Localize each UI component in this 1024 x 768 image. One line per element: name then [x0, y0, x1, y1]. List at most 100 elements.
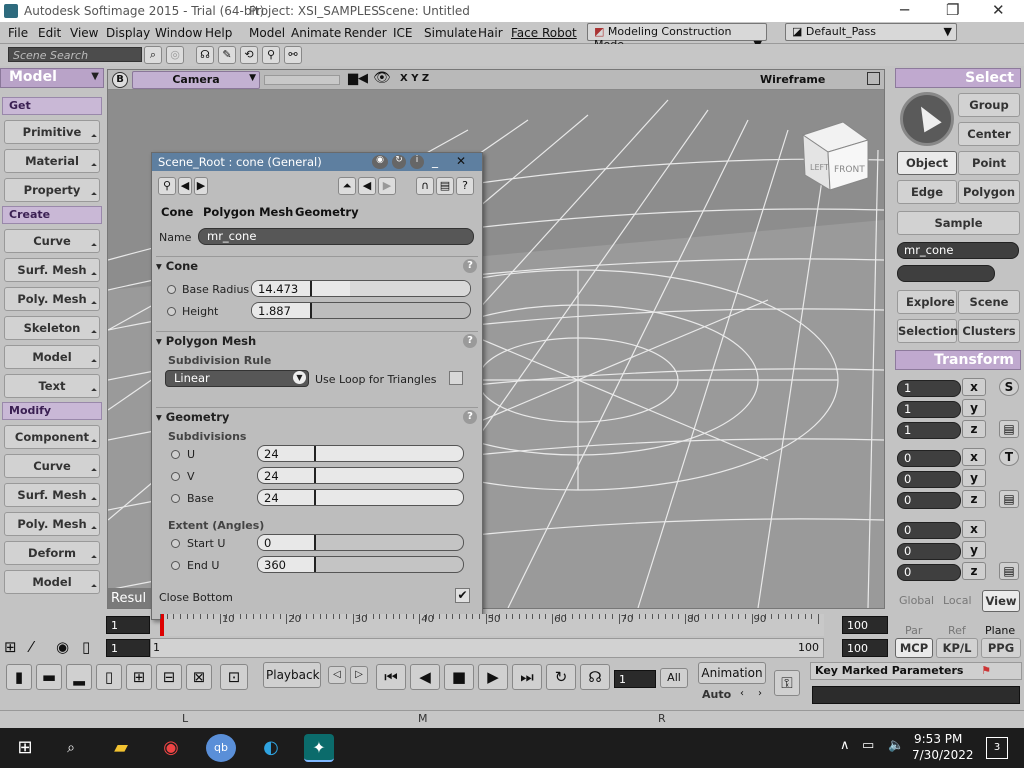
scene-search-input[interactable]: Scene Search	[8, 47, 142, 62]
layout-2-icon[interactable]: ▬	[36, 664, 62, 690]
create-skeleton-button[interactable]: Skeleton	[4, 316, 100, 340]
eye-icon[interactable]: 👁	[373, 70, 391, 86]
end-u-slider[interactable]: 360	[257, 556, 464, 573]
get-primitive-button[interactable]: Primitive	[4, 120, 100, 144]
pick-icon[interactable]: ⚲	[158, 177, 176, 195]
translate-button[interactable]: T	[999, 448, 1019, 466]
start-u-anim-icon[interactable]	[171, 539, 180, 548]
lock-icon[interactable]: ◉	[372, 155, 388, 169]
menu-ice[interactable]: ICE	[393, 26, 413, 40]
scale-x-field[interactable]: 1	[897, 380, 961, 397]
play-icon[interactable]: ▶	[478, 664, 508, 690]
next-icon[interactable]: ▶	[194, 177, 208, 195]
timeline-end-field[interactable]: 100	[842, 616, 888, 634]
section-modify[interactable]: Modify	[2, 402, 102, 420]
modify-model-button[interactable]: Model	[4, 570, 100, 594]
modify-component-button[interactable]: Component	[4, 425, 100, 449]
key-icon[interactable]: ⚿	[774, 670, 800, 696]
softimage-taskbar-icon[interactable]: ✦	[304, 734, 334, 762]
edge-icon[interactable]: ◐	[256, 734, 286, 762]
search-icon[interactable]: ⌕	[144, 46, 162, 64]
snap-icon[interactable]: ⊞	[4, 638, 17, 656]
name-field[interactable]: mr_cone	[198, 228, 474, 245]
key-marked-parameters-button[interactable]: Key Marked Parameters ⚑	[810, 662, 1022, 680]
base-anim-icon[interactable]	[171, 494, 180, 503]
menu-simulate[interactable]: Simulate	[424, 26, 477, 40]
menu-help[interactable]: Help	[205, 26, 232, 40]
menu-model[interactable]: Model	[249, 26, 285, 40]
layout-grid-icon[interactable]: ⊞	[126, 664, 152, 690]
translate-y-button[interactable]: y	[962, 541, 986, 559]
maximize-icon[interactable]: ❐	[946, 1, 959, 19]
back-icon[interactable]: ◀	[358, 177, 376, 195]
next-key-icon[interactable]: ▷	[350, 666, 368, 684]
magnet-icon[interactable]: ∩	[416, 177, 434, 195]
modify-surf-mesh-button[interactable]: Surf. Mesh	[4, 483, 100, 507]
transform-panel-header[interactable]: Transform	[895, 350, 1021, 370]
layout-1-icon[interactable]: ▮	[6, 664, 32, 690]
auto-next-icon[interactable]: ›	[758, 688, 762, 699]
layout-8-icon[interactable]: ⊡	[220, 664, 248, 690]
menu-file[interactable]: File	[8, 26, 28, 40]
menu-window[interactable]: Window	[155, 26, 202, 40]
clear-search-icon[interactable]: ◎	[166, 46, 184, 64]
mode-dropdown[interactable]: ◩ Modeling Construction Mode▼	[587, 23, 767, 51]
timeline-start-field[interactable]: 1	[106, 616, 150, 634]
close-bottom-checkbox[interactable]: ✔	[455, 588, 470, 603]
timeline-range-bar[interactable]: 1 100	[150, 638, 824, 658]
current-frame-field[interactable]: 1	[614, 670, 656, 688]
layout-6-icon[interactable]: ⊟	[156, 664, 182, 690]
view-toggle[interactable]: View	[982, 590, 1020, 612]
tab-polygon-mesh[interactable]: Polygon Mesh	[203, 205, 293, 219]
scale-button[interactable]: S	[999, 378, 1019, 396]
help-icon[interactable]: ?	[456, 177, 474, 195]
dialog-minimize-icon[interactable]: _	[432, 154, 438, 168]
rotate-z-field[interactable]: 0	[897, 492, 961, 509]
camera-dropdown[interactable]: Camera ▼	[132, 71, 260, 89]
network-icon[interactable]: ▭	[862, 738, 874, 753]
v-anim-icon[interactable]	[171, 472, 180, 481]
translate-y-field[interactable]: 0	[897, 543, 961, 560]
modify-poly-mesh-button[interactable]: Poly. Mesh	[4, 512, 100, 536]
go-to-start-icon[interactable]: ⏮	[376, 664, 406, 690]
tool1-icon[interactable]: ☊	[196, 46, 214, 64]
modify-deform-button[interactable]: Deform	[4, 541, 100, 565]
use-loop-checkbox[interactable]	[449, 371, 463, 385]
wand-icon[interactable]: ⁄	[30, 638, 33, 656]
plane-toggle[interactable]: Plane	[985, 624, 1015, 637]
windows-start-icon[interactable]: ⊞	[10, 734, 40, 762]
par-toggle[interactable]: Par	[905, 624, 922, 637]
tool5-icon[interactable]: ⚯	[284, 46, 302, 64]
scale-options-icon[interactable]: ▤	[999, 420, 1019, 438]
chevron-up-icon[interactable]: ∧	[840, 738, 850, 753]
clusters-button[interactable]: Clusters	[958, 319, 1020, 343]
viewport-b-icon[interactable]: B	[112, 72, 128, 88]
height-slider[interactable]: 1.887	[251, 302, 471, 319]
select-polygon-button[interactable]: Polygon	[958, 180, 1020, 204]
go-to-end-icon[interactable]: ⏭	[512, 664, 542, 690]
close-icon[interactable]: ✕	[992, 1, 1005, 19]
get-material-button[interactable]: Material	[4, 149, 100, 173]
create-model-button[interactable]: Model	[4, 345, 100, 369]
select-sample-button[interactable]: Sample	[897, 211, 1020, 235]
menu-hair[interactable]: Hair	[478, 26, 503, 40]
cone-section-header[interactable]: ▾ Cone	[156, 256, 478, 274]
forward-icon[interactable]: ▶	[378, 177, 396, 195]
end-u-anim-icon[interactable]	[171, 561, 180, 570]
search-icon[interactable]: ⌕	[56, 734, 86, 762]
auto-key-toggle[interactable]: Auto	[702, 688, 731, 701]
layout-7-icon[interactable]: ⊠	[186, 664, 212, 690]
select-center-button[interactable]: Center	[958, 122, 1020, 146]
model-panel-header[interactable]: Model ▼	[0, 68, 104, 88]
tool3-icon[interactable]: ⟲	[240, 46, 258, 64]
start-u-slider[interactable]: 0	[257, 534, 464, 551]
u-slider[interactable]: 24	[257, 445, 464, 462]
geometry-section-header[interactable]: ▾ Geometry	[156, 407, 478, 425]
rotate-z-button[interactable]: z	[962, 490, 986, 508]
prev-icon[interactable]: ◀	[178, 177, 192, 195]
create-curve-button[interactable]: Curve	[4, 229, 100, 253]
rotate-y-button[interactable]: y	[962, 469, 986, 487]
scale-y-button[interactable]: y	[962, 399, 986, 417]
xyz-axes[interactable]: X Y Z	[400, 73, 429, 84]
global-toggle[interactable]: Global	[899, 594, 934, 607]
